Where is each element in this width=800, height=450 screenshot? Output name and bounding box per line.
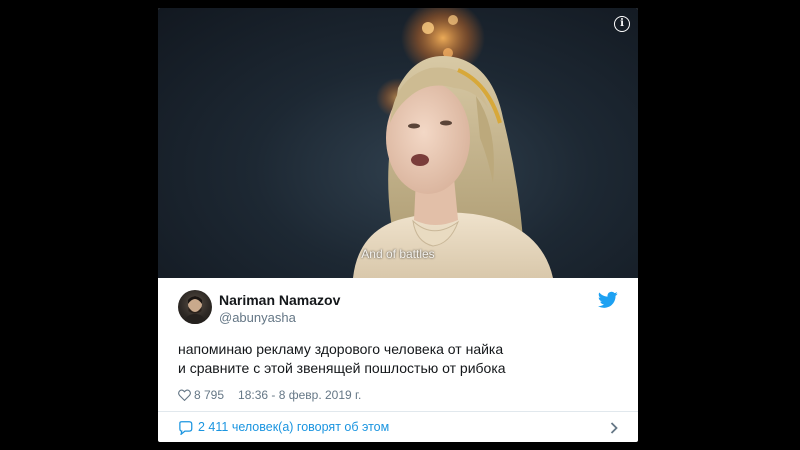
- avatar-image: [183, 296, 207, 324]
- tweet-header: Nariman Namazov @abunyasha: [178, 290, 618, 330]
- conversation-link[interactable]: 2 411 человек(а) говорят об этом: [158, 412, 638, 442]
- tweet-text: напоминаю рекламу здорового человека от …: [178, 340, 618, 378]
- avatar[interactable]: [178, 290, 212, 324]
- author-handle[interactable]: @abunyasha: [219, 310, 296, 325]
- info-icon[interactable]: i: [614, 16, 630, 32]
- video-scene: [353, 8, 553, 278]
- chevron-right-icon: [610, 422, 618, 434]
- tweet-text-line: и сравните с этой звенящей пошлостью от …: [178, 360, 506, 376]
- likes-count[interactable]: 8 795: [194, 388, 224, 402]
- blouse: [353, 212, 553, 278]
- tweet-meta: 8 795 18:36 - 8 февр. 2019 г.: [178, 388, 361, 402]
- embedded-tweet-card: And of battles i Nariman Namazov @abunya…: [158, 8, 638, 442]
- heart-icon[interactable]: [178, 389, 191, 401]
- author-name[interactable]: Nariman Namazov: [219, 292, 340, 308]
- twitter-bird-icon[interactable]: [598, 291, 618, 309]
- tweet-text-line: напоминаю рекламу здорового человека от …: [178, 341, 504, 357]
- video-caption: And of battles: [361, 247, 435, 261]
- speech-bubble-icon: [179, 421, 193, 435]
- conversation-count-text: 2 411 человек(а) говорят об этом: [198, 420, 390, 434]
- video-frame[interactable]: And of battles i: [158, 8, 638, 278]
- timestamp[interactable]: 18:36 - 8 февр. 2019 г.: [238, 388, 361, 402]
